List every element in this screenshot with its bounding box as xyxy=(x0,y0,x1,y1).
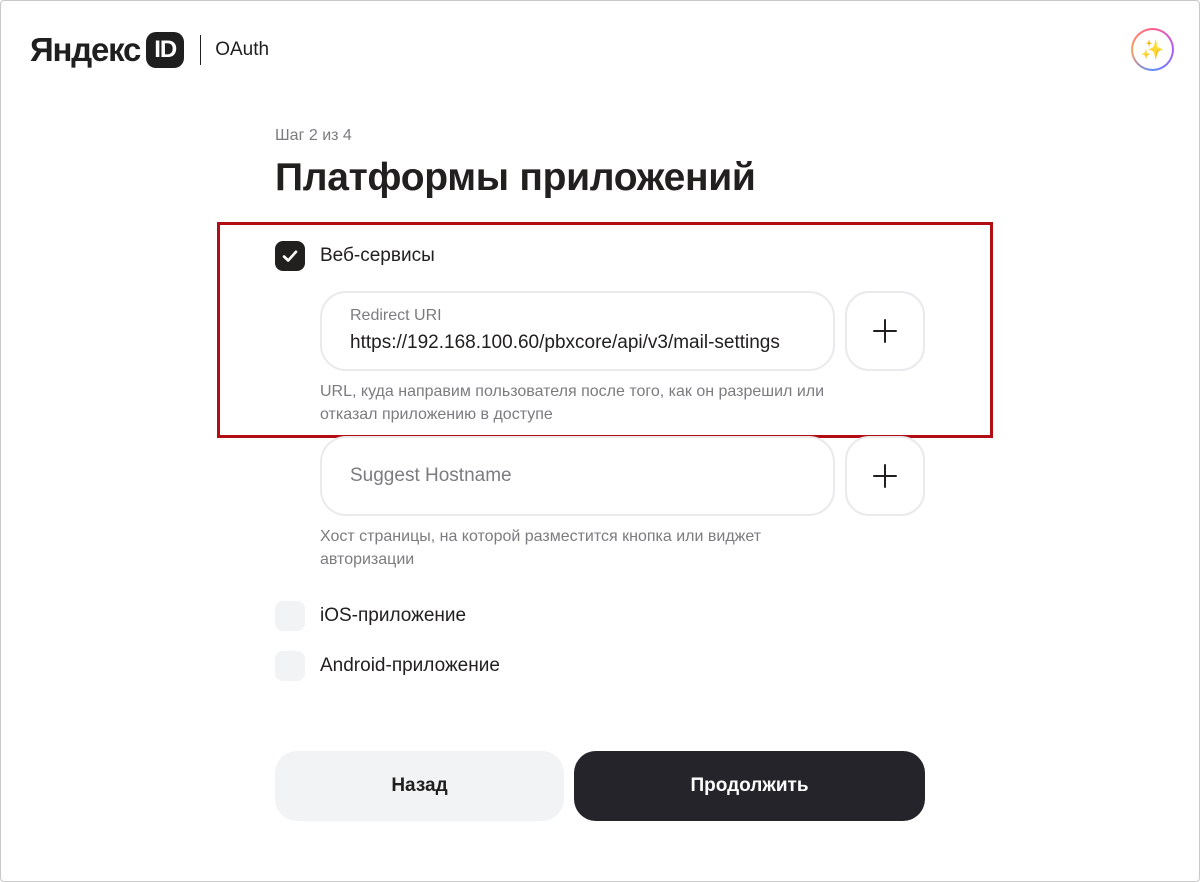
ios-app-label[interactable]: iOS-приложение xyxy=(320,605,466,627)
yandex-id-logo[interactable]: Яндекс ID OAuth xyxy=(30,32,269,68)
web-services-label[interactable]: Веб-сервисы xyxy=(320,245,435,267)
redirect-uri-label: Redirect URI xyxy=(350,307,442,324)
page-title: Платформы приложений xyxy=(275,156,756,199)
logo-separator xyxy=(200,35,202,65)
continue-button[interactable]: Продолжить xyxy=(574,751,925,821)
redirect-uri-hint: URL, куда направим пользователя после то… xyxy=(320,383,825,423)
sparkles-icon: ✨ xyxy=(1133,30,1172,69)
step-indicator: Шаг 2 из 4 xyxy=(275,127,352,144)
android-app-label[interactable]: Android-приложение xyxy=(320,655,500,677)
add-hostname-button[interactable] xyxy=(845,436,925,516)
plus-icon xyxy=(873,464,897,488)
checkmark-icon xyxy=(282,250,298,262)
redirect-uri-input[interactable]: https://192.168.100.60/pbxcore/api/v3/ma… xyxy=(350,332,808,354)
logo-id-badge: ID xyxy=(146,32,185,68)
section-name: OAuth xyxy=(215,39,270,60)
web-services-checkbox[interactable] xyxy=(275,241,305,271)
back-button[interactable]: Назад xyxy=(275,751,564,821)
add-redirect-uri-button[interactable] xyxy=(845,291,925,371)
logo-wordmark: Яндекс xyxy=(30,31,141,68)
plus-icon xyxy=(873,319,897,343)
ios-app-checkbox[interactable] xyxy=(275,601,305,631)
redirect-uri-field[interactable]: Redirect URI https://192.168.100.60/pbxc… xyxy=(320,291,835,371)
user-avatar[interactable]: ✨ xyxy=(1131,28,1174,71)
suggest-hostname-hint: Хост страницы, на которой разместится кн… xyxy=(320,528,762,568)
android-app-checkbox[interactable] xyxy=(275,651,305,681)
suggest-hostname-field[interactable]: Suggest Hostname xyxy=(320,436,835,516)
suggest-hostname-input[interactable]: Suggest Hostname xyxy=(350,465,512,487)
